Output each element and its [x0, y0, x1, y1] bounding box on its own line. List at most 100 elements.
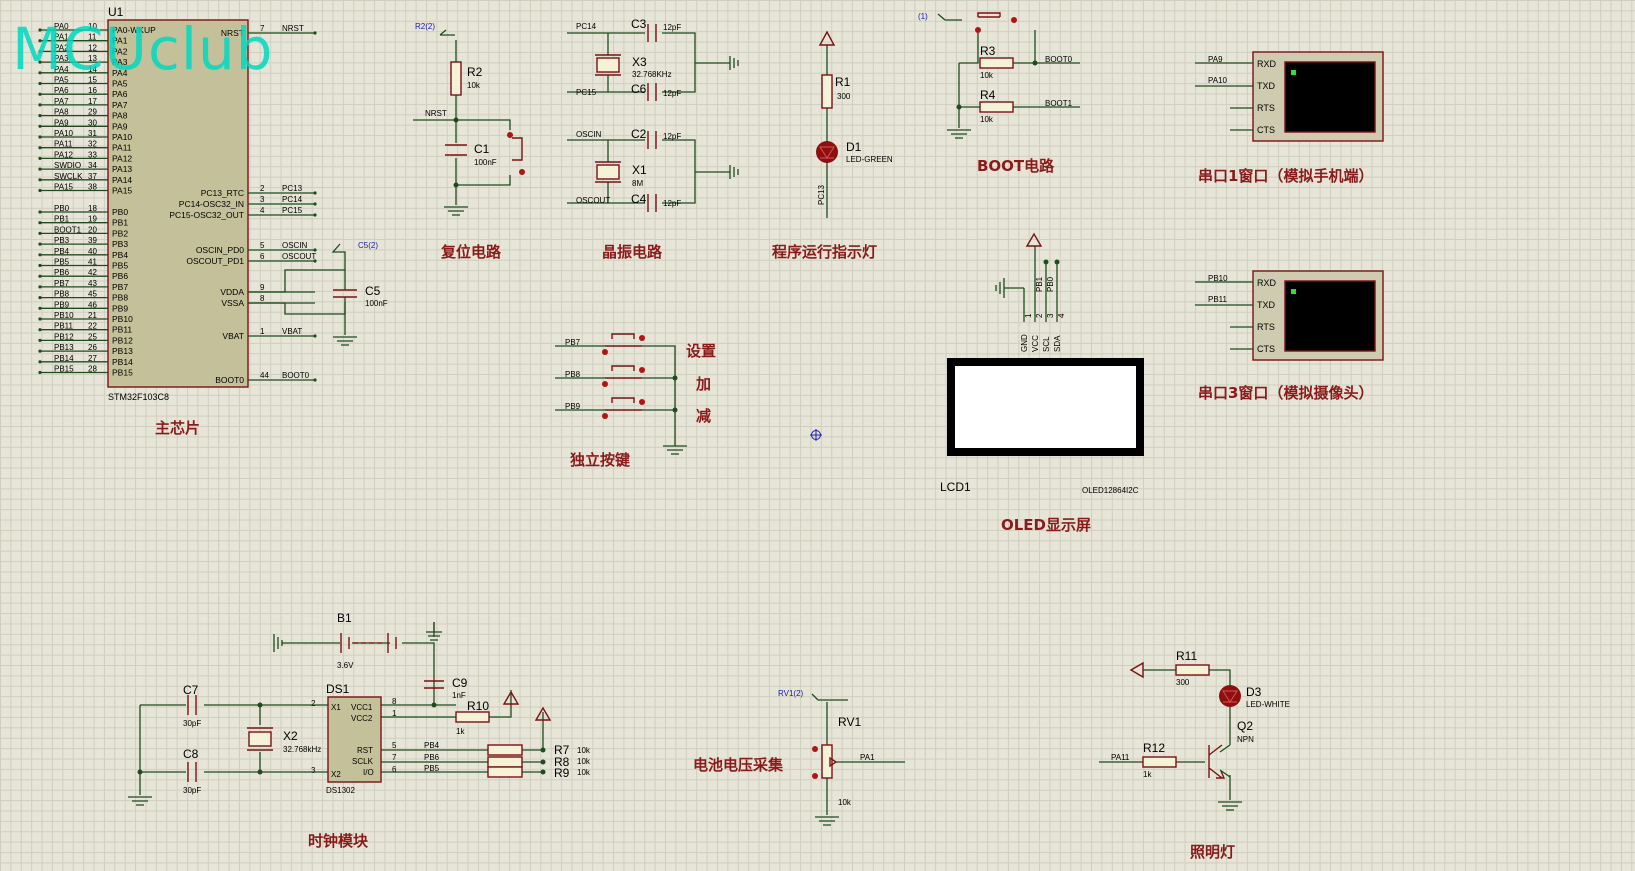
- crystal-circuit[interactable]: PC14 PC15 C3 12pF C6 12pF X3 32.768KHz O…: [567, 17, 739, 212]
- mcu-left-num: 39: [88, 236, 97, 245]
- rv1-ref: RV1: [838, 715, 861, 729]
- mcu-left-num: 31: [88, 129, 97, 138]
- schematic-canvas[interactable]: U1 STM32F103C8 PA0 10 PA0-WKUPPA1 11 PA1PA2 1…: [0, 0, 1635, 871]
- r12-ref: R12: [1143, 741, 1165, 755]
- mcu-part: STM32F103C8: [108, 392, 169, 402]
- mcu-left-net: SWDIO: [54, 161, 81, 170]
- d1-value: LED-GREEN: [846, 155, 893, 164]
- uart1-net-rx: PA9: [1208, 55, 1223, 64]
- reset-circuit[interactable]: R2(2) R2 10k NRST C1 100nF: [413, 22, 525, 216]
- mcu-left-net: PA15: [54, 183, 74, 192]
- uart1-pin-cts: CTS: [1257, 125, 1275, 135]
- mcu-left-pin-name: PB11: [112, 325, 132, 335]
- caption-key-set: 设置: [686, 342, 716, 360]
- mcu-left-pin-end: [38, 285, 42, 289]
- lcd-ref: LCD1: [940, 480, 971, 494]
- mcu-right-num: 6: [260, 252, 265, 261]
- c8-value: 30pF: [183, 786, 201, 795]
- lcd-pin-scl: SCL: [1042, 336, 1051, 352]
- mcu-left-num: 33: [88, 150, 97, 159]
- mcu-right-num: 1: [260, 327, 265, 336]
- uart3-net-rx: PB10: [1208, 274, 1228, 283]
- r11-value: 300: [1176, 678, 1190, 687]
- origin-marker: [810, 429, 822, 441]
- mcu-left-num: 17: [88, 97, 97, 106]
- r10-value: 1k: [456, 727, 465, 736]
- mcu-right-num: 5: [260, 241, 265, 250]
- mcu-left-pin-end: [38, 296, 42, 300]
- mcu-left-pin-name: PA14: [112, 175, 132, 185]
- keys-circuit[interactable]: PB7 PB8 PB9: [555, 333, 687, 455]
- mcu-left-num: 41: [88, 258, 97, 267]
- mcu-right-pin-name: PC15-OSC32_OUT: [169, 210, 244, 220]
- uart1-pin-rts: RTS: [1257, 103, 1275, 113]
- mcu-left-pin-end: [38, 178, 42, 182]
- mcu-left-net: PA8: [54, 108, 69, 117]
- mcu-left-num: 46: [88, 300, 97, 309]
- c5-value: 100nF: [365, 299, 388, 308]
- mcu-right-pin-end: [313, 378, 317, 382]
- uart3-pin-rxd: RXD: [1257, 278, 1277, 288]
- mcu-left-num: 26: [88, 343, 97, 352]
- mcu-left-pin-name: PB2: [112, 228, 128, 238]
- mcu-left-pin-end: [38, 210, 42, 214]
- mcu-left-pin-end: [38, 188, 42, 193]
- led-indicator-circuit[interactable]: R1 300 D1 LED-GREEN PC13: [816, 30, 893, 218]
- mcu-left-pin-end: [38, 263, 42, 268]
- mcu-left-pin-end: [38, 92, 42, 96]
- uart1-net-tx: PA10: [1208, 76, 1228, 85]
- ds1-pin-x1: X1: [331, 703, 341, 712]
- ds1-pin-rst: RST: [357, 746, 373, 755]
- mcu-right-num: 3: [260, 195, 265, 204]
- uart3-terminal[interactable]: PB10 PB11 RXD TXD RTS CTS: [1195, 270, 1384, 361]
- mcu-left-pin-name: PB15: [112, 368, 133, 378]
- mcu-left-net: SWCLK: [54, 172, 83, 181]
- mcu-left-net: PB13: [54, 343, 74, 352]
- mcu-left-net: PB11: [54, 322, 74, 331]
- mcu-left-net: PB10: [54, 311, 74, 320]
- mcu-left-pin-end: [38, 360, 42, 364]
- caption-oled: OLED显示屏: [1001, 516, 1091, 534]
- oled-lcd1[interactable]: PB1 PB0 1 2 3 4 GND VCC SCL SDA LCD1 OLE…: [940, 232, 1144, 495]
- mcu-left-net: BOOT1: [54, 225, 82, 234]
- mcu-left-pin-name: PA6: [112, 89, 128, 99]
- mcu-left-pin-end: [38, 124, 42, 128]
- boot-circuit[interactable]: (1) R3 10k R4 10k BOOT0 BOOT1: [918, 12, 1080, 139]
- mcu-left-pin-name: PB13: [112, 346, 133, 356]
- ds1-pin-vcc2: VCC2: [351, 714, 373, 723]
- uart3-pin-txd: TXD: [1257, 300, 1276, 310]
- caption-boot: BOOT电路: [977, 157, 1055, 175]
- d3-ref: D3: [1246, 685, 1262, 699]
- mcu-right-pin-end: [313, 202, 317, 206]
- clock-module[interactable]: B1 3.6V C9 1nF R10 1k DS1 DS1302 X1 X2 V…: [128, 611, 591, 806]
- mcu-left-pin-name: PB4: [112, 250, 128, 260]
- c9-value: 1nF: [452, 691, 466, 700]
- c2-value: 12pF: [663, 132, 681, 141]
- battery-sampling-circuit[interactable]: RV1(2) RV1 10k PA1: [778, 689, 905, 826]
- lighting-circuit[interactable]: R11 300 D3 LED-WHITE Q2 NPN R12 1k PA11: [1099, 649, 1290, 811]
- c2-ref: C2: [631, 127, 647, 141]
- mcu-right-num: 2: [260, 184, 265, 193]
- mcu-right-net: BOOT0: [282, 371, 310, 380]
- caption-main-chip: 主芯片: [155, 419, 200, 437]
- ds1-num-8: 8: [392, 697, 397, 706]
- mcu-left-num: 43: [88, 279, 97, 288]
- caption-uart1: 串口1窗口（模拟手机端）: [1198, 167, 1373, 185]
- r11-ref: R11: [1176, 649, 1197, 663]
- mcu-right-pin-name: OSCOUT_PD1: [186, 256, 244, 266]
- mcu-left-pin-name: PA12: [112, 153, 132, 163]
- ds1-num-2: 2: [311, 699, 316, 708]
- c6-value: 12pF: [663, 89, 681, 98]
- mcu-left-pin-name: PA15: [112, 186, 132, 196]
- caption-key-add: 加: [695, 375, 711, 393]
- x3-ref: X3: [632, 55, 647, 69]
- c5-decoupling[interactable]: C5(2) C5 100nF: [248, 241, 388, 346]
- caption-reset: 复位电路: [440, 243, 502, 261]
- d1-net: PC13: [817, 184, 826, 205]
- uart1-terminal[interactable]: PA9 PA10 RXD TXD RTS CTS: [1195, 51, 1384, 142]
- lcd-num-4: 4: [1057, 313, 1066, 318]
- mcu-right-num: 4: [260, 206, 265, 215]
- r9-ref: R9: [554, 766, 570, 780]
- ds1-part: DS1302: [326, 786, 355, 795]
- c7-value: 30pF: [183, 719, 201, 728]
